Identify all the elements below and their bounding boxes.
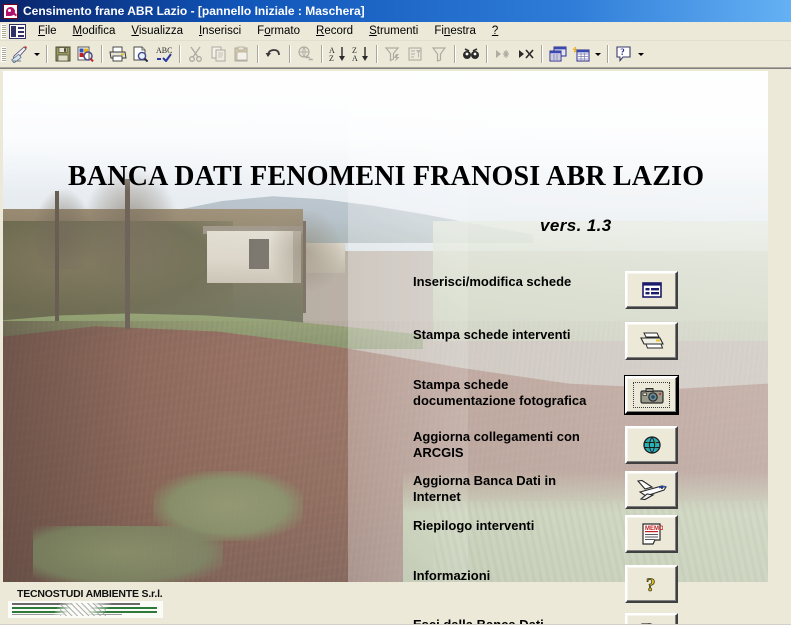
menu-item-strumenti[interactable]: Strumenti [361,23,426,39]
undo-icon[interactable] [262,43,285,65]
sort-ascending-icon[interactable]: A Z [326,43,349,65]
form-window-icon [641,282,662,298]
switchboard-label-aggiorna-collegamenti-con-arcgis: Aggiorna collegamenti con ARCGIS [413,429,580,460]
menu-item-formato[interactable]: Formato [249,23,308,39]
toolbar-separator [257,45,258,63]
question-mark-icon-button[interactable]: ? [625,565,678,603]
new-object-dropdown-arrow[interactable] [592,43,603,65]
form-canvas: BANCA DATI FENOMENI FRANOSI ABR LAZIO ve… [0,68,791,624]
company-logo-text: TECNOSTUDI AMBIENTE S.r.l. [17,588,163,600]
toolbar-separator [46,45,47,63]
company-logo: TECNOSTUDI AMBIENTE S.r.l. [8,588,163,618]
printer-icon-button[interactable] [625,322,678,360]
menubar-drag-handle[interactable] [1,23,6,39]
menu-item-modifica[interactable]: Modifica [65,23,124,39]
svg-text:?: ? [646,575,656,594]
window-titlebar[interactable]: Censimento frane ABR Lazio - [pannello I… [0,0,791,22]
question-mark-icon: ? [645,575,656,594]
globe-icon-button[interactable] [625,426,678,464]
switchboard-label-aggiorna-banca-dati-in-internet: Aggiorna Banca Dati in Internet [413,473,557,504]
new-object-icon[interactable] [569,43,592,65]
filter-by-form-icon[interactable] [404,43,427,65]
svg-text:ABC: ABC [156,46,172,55]
save-icon[interactable] [51,43,74,65]
switchboard-label-esci-dalla-banca-dati: Esci dalla Banca Dati [413,617,544,624]
menu-item-record[interactable]: Record [308,23,361,39]
toolbar-separator [541,45,542,63]
design-view-icon[interactable] [8,43,31,65]
find-icon[interactable] [459,43,482,65]
svg-text:A: A [352,54,358,62]
sort-descending-icon[interactable]: Z A [349,43,372,65]
design-view-dropdown-arrow[interactable] [31,43,42,65]
preview-icon[interactable] [129,43,152,65]
switchboard-label-stampa-schede-documentazione-fotografica: Stampa schede documentazione fotografica [413,377,587,408]
menu-item-visualizza[interactable]: Visualizza [123,23,191,39]
switchboard-label-inserisci-modifica-schede: Inserisci/modifica schede [413,274,572,289]
company-logo-graphic [8,601,163,618]
switchboard-label-stampa-schede-interventi: Stampa schede interventi [413,327,571,342]
paste-icon[interactable] [230,43,253,65]
camera-icon-button[interactable] [624,375,679,415]
menu-item-help[interactable]: ? [484,23,506,39]
new-record-icon[interactable] [491,43,514,65]
menu-item-finestra[interactable]: Finestra [426,23,484,39]
print-preview-icon[interactable] [74,43,97,65]
toolbar-separator [101,45,102,63]
menu-item-file[interactable]: File [30,23,65,39]
toolbar-separator [454,45,455,63]
window-title: Censimento frane ABR Lazio - [pannello I… [23,4,365,18]
switchboard-label-informazioni: Informazioni [413,568,491,583]
toolbar-separator [289,45,290,63]
toolbar-separator [607,45,608,63]
memo-note-icon: MEMO [641,523,663,545]
airplane-icon-button[interactable] [625,471,678,509]
menubar[interactable]: File Modifica Visualizza Inserisci Forma… [0,22,791,41]
print-icon[interactable] [106,43,129,65]
document-control-icon[interactable] [9,23,26,39]
toolbar-drag-handle[interactable] [1,46,6,62]
copy-icon[interactable] [207,43,230,65]
version-label: vers. 1.3 [540,216,612,235]
printer-icon [639,332,664,349]
toolbar[interactable]: ABC A Z Z A ? [0,41,791,68]
access-key-icon[interactable] [3,3,18,19]
svg-text:Z: Z [329,54,334,62]
page-title: BANCA DATI FENOMENI FRANOSI ABR LAZIO [68,161,705,192]
database-window-icon[interactable] [546,43,569,65]
airplane-icon [636,479,667,501]
help-dropdown-arrow[interactable] [635,43,646,65]
cut-icon[interactable] [184,43,207,65]
spellcheck-icon[interactable]: ABC [152,43,175,65]
filter-by-selection-icon[interactable] [381,43,404,65]
svg-text:?: ? [620,47,625,57]
toolbar-separator [179,45,180,63]
switchboard-form: BANCA DATI FENOMENI FRANOSI ABR LAZIO ve… [0,68,791,624]
toolbar-separator [376,45,377,63]
exit-door-icon-button[interactable] [625,613,678,624]
memo-note-icon-button[interactable]: MEMO [625,515,678,553]
exit-door-icon [640,622,652,624]
apply-filter-icon[interactable] [427,43,450,65]
camera-icon [639,387,664,404]
delete-record-icon[interactable] [514,43,537,65]
form-window-icon-button[interactable] [625,271,678,309]
globe-icon [642,436,661,454]
insert-hyperlink-icon[interactable] [294,43,317,65]
toolbar-separator [321,45,322,63]
toolbar-separator [486,45,487,63]
menu-item-inserisci[interactable]: Inserisci [191,23,249,39]
switchboard-label-riepilogo-interventi: Riepilogo interventi [413,518,535,533]
help-icon[interactable]: ? [612,43,635,65]
